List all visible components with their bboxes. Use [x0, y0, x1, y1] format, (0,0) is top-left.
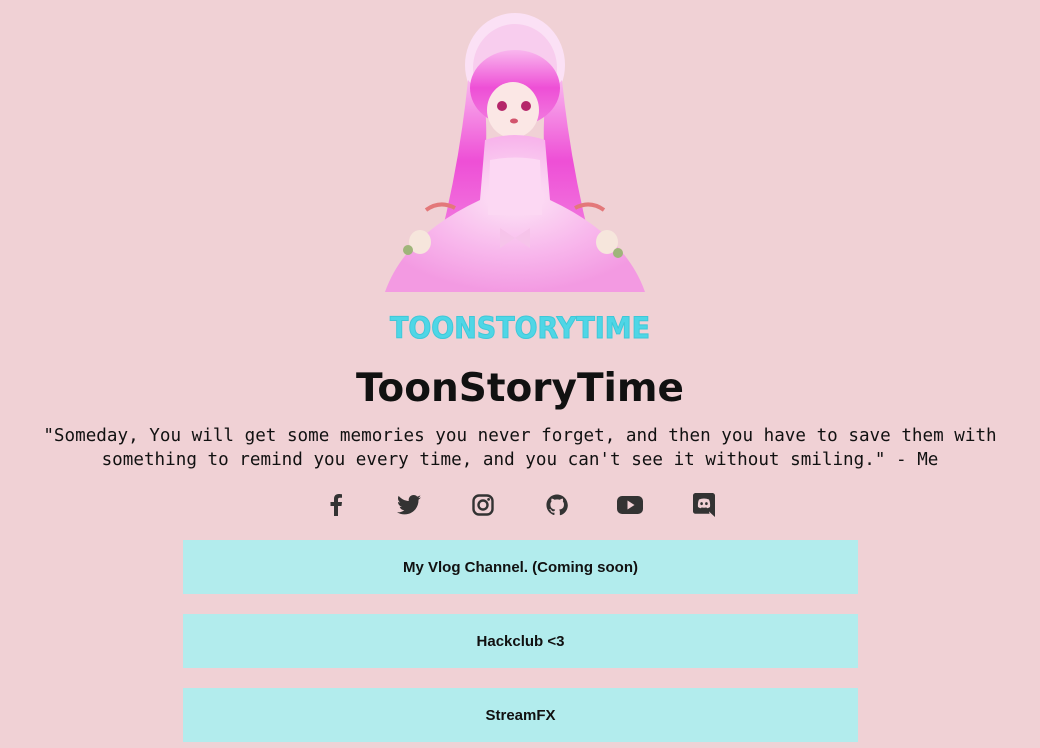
facebook-icon[interactable] — [321, 490, 351, 520]
link-button-hackclub[interactable]: Hackclub <3 — [183, 614, 858, 668]
logo-text: TOONSTORYTIME — [389, 311, 651, 346]
link-button-vlog-channel[interactable]: My Vlog Channel. (Coming soon) — [183, 540, 858, 594]
avatar — [380, 10, 650, 292]
quote-text: "Someday, You will get some memories you… — [43, 426, 997, 470]
twitter-icon[interactable] — [394, 490, 424, 520]
youtube-icon[interactable] — [615, 490, 645, 520]
link-button-streamfx[interactable]: StreamFX — [183, 688, 858, 742]
instagram-icon[interactable] — [468, 490, 498, 520]
page-title: ToonStoryTime — [355, 366, 684, 411]
social-links — [0, 490, 1040, 520]
github-icon[interactable] — [542, 490, 572, 520]
discord-icon[interactable] — [689, 490, 719, 520]
